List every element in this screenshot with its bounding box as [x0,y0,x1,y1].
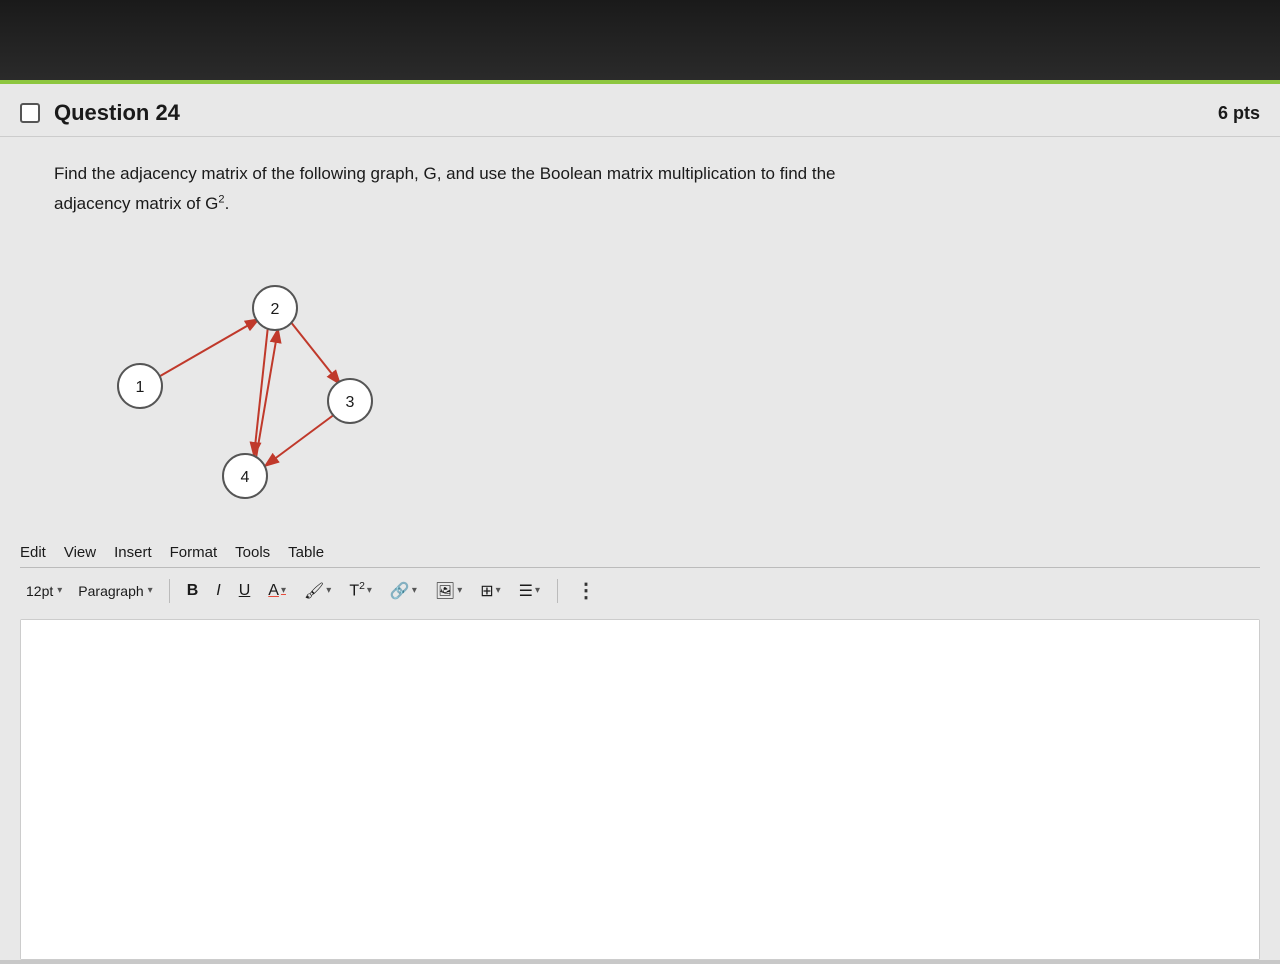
table-button[interactable]: ⊞ ▾ [473,577,507,605]
node-4-label: 4 [241,469,250,486]
font-size-value: 12pt [26,583,53,599]
italic-button[interactable]: I [209,578,227,604]
main-content: Question 24 6 pts Find the adjacency mat… [0,84,1280,960]
image-button[interactable]: 🖼 ▾ [428,577,469,605]
paragraph-chevron: ▾ [148,585,153,596]
menu-tools[interactable]: Tools [235,544,270,561]
toolbar-section: Edit View Insert Format Tools Table 12pt… [0,536,1280,613]
underline-button[interactable]: U [232,578,258,604]
menu-view[interactable]: View [64,544,96,561]
link-button[interactable]: 🔗 ▾ [383,577,424,605]
paragraph-dropdown[interactable]: Paragraph ▾ [72,579,158,603]
separator-2 [557,579,558,603]
font-color-button[interactable]: A ▾ [261,578,293,604]
node-1-label: 1 [136,379,145,396]
answer-textarea[interactable] [21,620,1259,959]
edge-3-4 [265,414,335,466]
highlight-button[interactable]: 🖌 ▾ [297,577,338,605]
node-2-label: 2 [271,301,280,318]
superscript-button[interactable]: T2 ▾ [342,577,379,604]
question-body: Find the adjacency matrix of the followi… [0,137,1280,236]
question-text-line2: adjacency matrix of G2. [54,191,1256,217]
formatting-bar: 12pt ▾ Paragraph ▾ B I U [20,567,1260,613]
font-size-chevron: ▾ [57,585,62,596]
menu-insert[interactable]: Insert [114,544,152,561]
paragraph-label: Paragraph [78,583,143,599]
list-chevron: ▾ [535,585,540,596]
answer-area-wrapper[interactable] [20,619,1260,960]
graph-area: 1 2 3 4 [0,236,1280,536]
separator-1 [169,579,170,603]
menu-table[interactable]: Table [288,544,324,561]
bold-button[interactable]: B [180,578,206,604]
font-color-chevron: ▾ [281,585,286,596]
superscript-chevron: ▾ [367,585,372,596]
graph-svg: 1 2 3 4 [60,246,440,526]
more-options-button[interactable]: ⋮ [568,574,605,607]
question-title: Question 24 [54,100,1218,126]
question-text-line1: Find the adjacency matrix of the followi… [54,161,1256,187]
edge-1-2 [155,319,259,379]
menu-bar: Edit View Insert Format Tools Table [20,536,1260,567]
question-checkbox[interactable] [20,103,40,123]
link-chevron: ▾ [412,585,417,596]
menu-edit[interactable]: Edit [20,544,46,561]
question-points: 6 pts [1218,103,1260,124]
edge-4-2 [256,329,278,458]
edge-2-3 [290,321,340,384]
menu-format[interactable]: Format [170,544,218,561]
question-header: Question 24 6 pts [0,84,1280,137]
list-button[interactable]: ☰ ▾ [512,577,547,605]
camera-bar [0,0,1280,80]
edge-2-4 [254,326,268,456]
font-size-dropdown[interactable]: 12pt ▾ [20,579,68,603]
font-color-group: A ▾ [261,578,293,604]
image-chevron: ▾ [457,585,462,596]
highlight-chevron: ▾ [326,585,331,596]
table-chevron: ▾ [496,585,501,596]
node-3-label: 3 [346,394,355,411]
